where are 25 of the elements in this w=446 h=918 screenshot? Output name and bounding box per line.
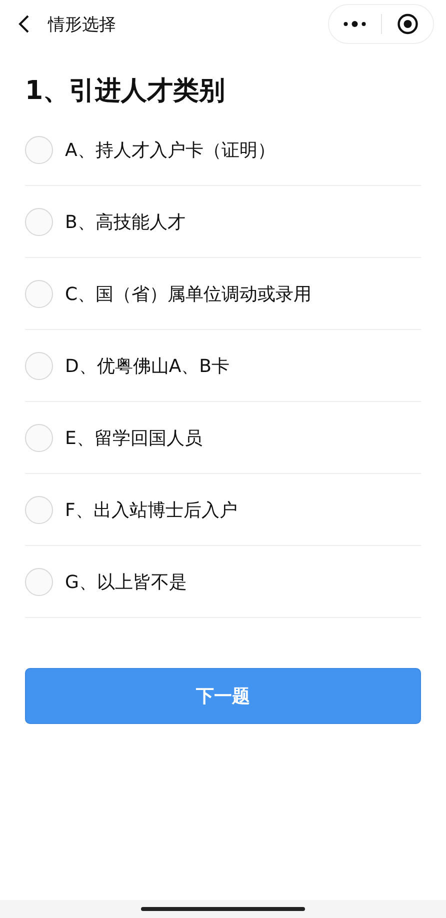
radio-button[interactable] bbox=[25, 424, 53, 452]
radio-button[interactable] bbox=[25, 280, 53, 308]
option-label: C、国（省）属单位调动或录用 bbox=[65, 282, 312, 306]
back-icon[interactable] bbox=[18, 14, 30, 34]
option-item[interactable]: D、优粤佛山A、B卡 bbox=[25, 330, 421, 402]
option-label: D、优粤佛山A、B卡 bbox=[65, 354, 230, 378]
option-item[interactable]: A、持人才入户卡（证明） bbox=[25, 114, 421, 186]
radio-button[interactable] bbox=[25, 352, 53, 380]
page-title: 情形选择 bbox=[48, 14, 117, 36]
option-item[interactable]: F、出入站博士后入户 bbox=[25, 474, 421, 546]
option-label: B、高技能人才 bbox=[65, 210, 186, 234]
option-item[interactable]: C、国（省）属单位调动或录用 bbox=[25, 258, 421, 330]
radio-button[interactable] bbox=[25, 208, 53, 236]
option-item[interactable]: B、高技能人才 bbox=[25, 186, 421, 258]
option-label: G、以上皆不是 bbox=[65, 570, 187, 594]
option-label: A、持人才入户卡（证明） bbox=[65, 138, 276, 162]
option-item[interactable]: G、以上皆不是 bbox=[25, 546, 421, 618]
option-label: F、出入站博士后入户 bbox=[65, 498, 238, 522]
radio-button[interactable] bbox=[25, 496, 53, 524]
option-item[interactable]: E、留学回国人员 bbox=[25, 402, 421, 474]
radio-button[interactable] bbox=[25, 136, 53, 164]
radio-button[interactable] bbox=[25, 568, 53, 596]
question-title: 1、引进人才类别 bbox=[25, 75, 226, 108]
home-indicator[interactable] bbox=[141, 907, 305, 911]
option-label: E、留学回国人员 bbox=[65, 426, 202, 450]
